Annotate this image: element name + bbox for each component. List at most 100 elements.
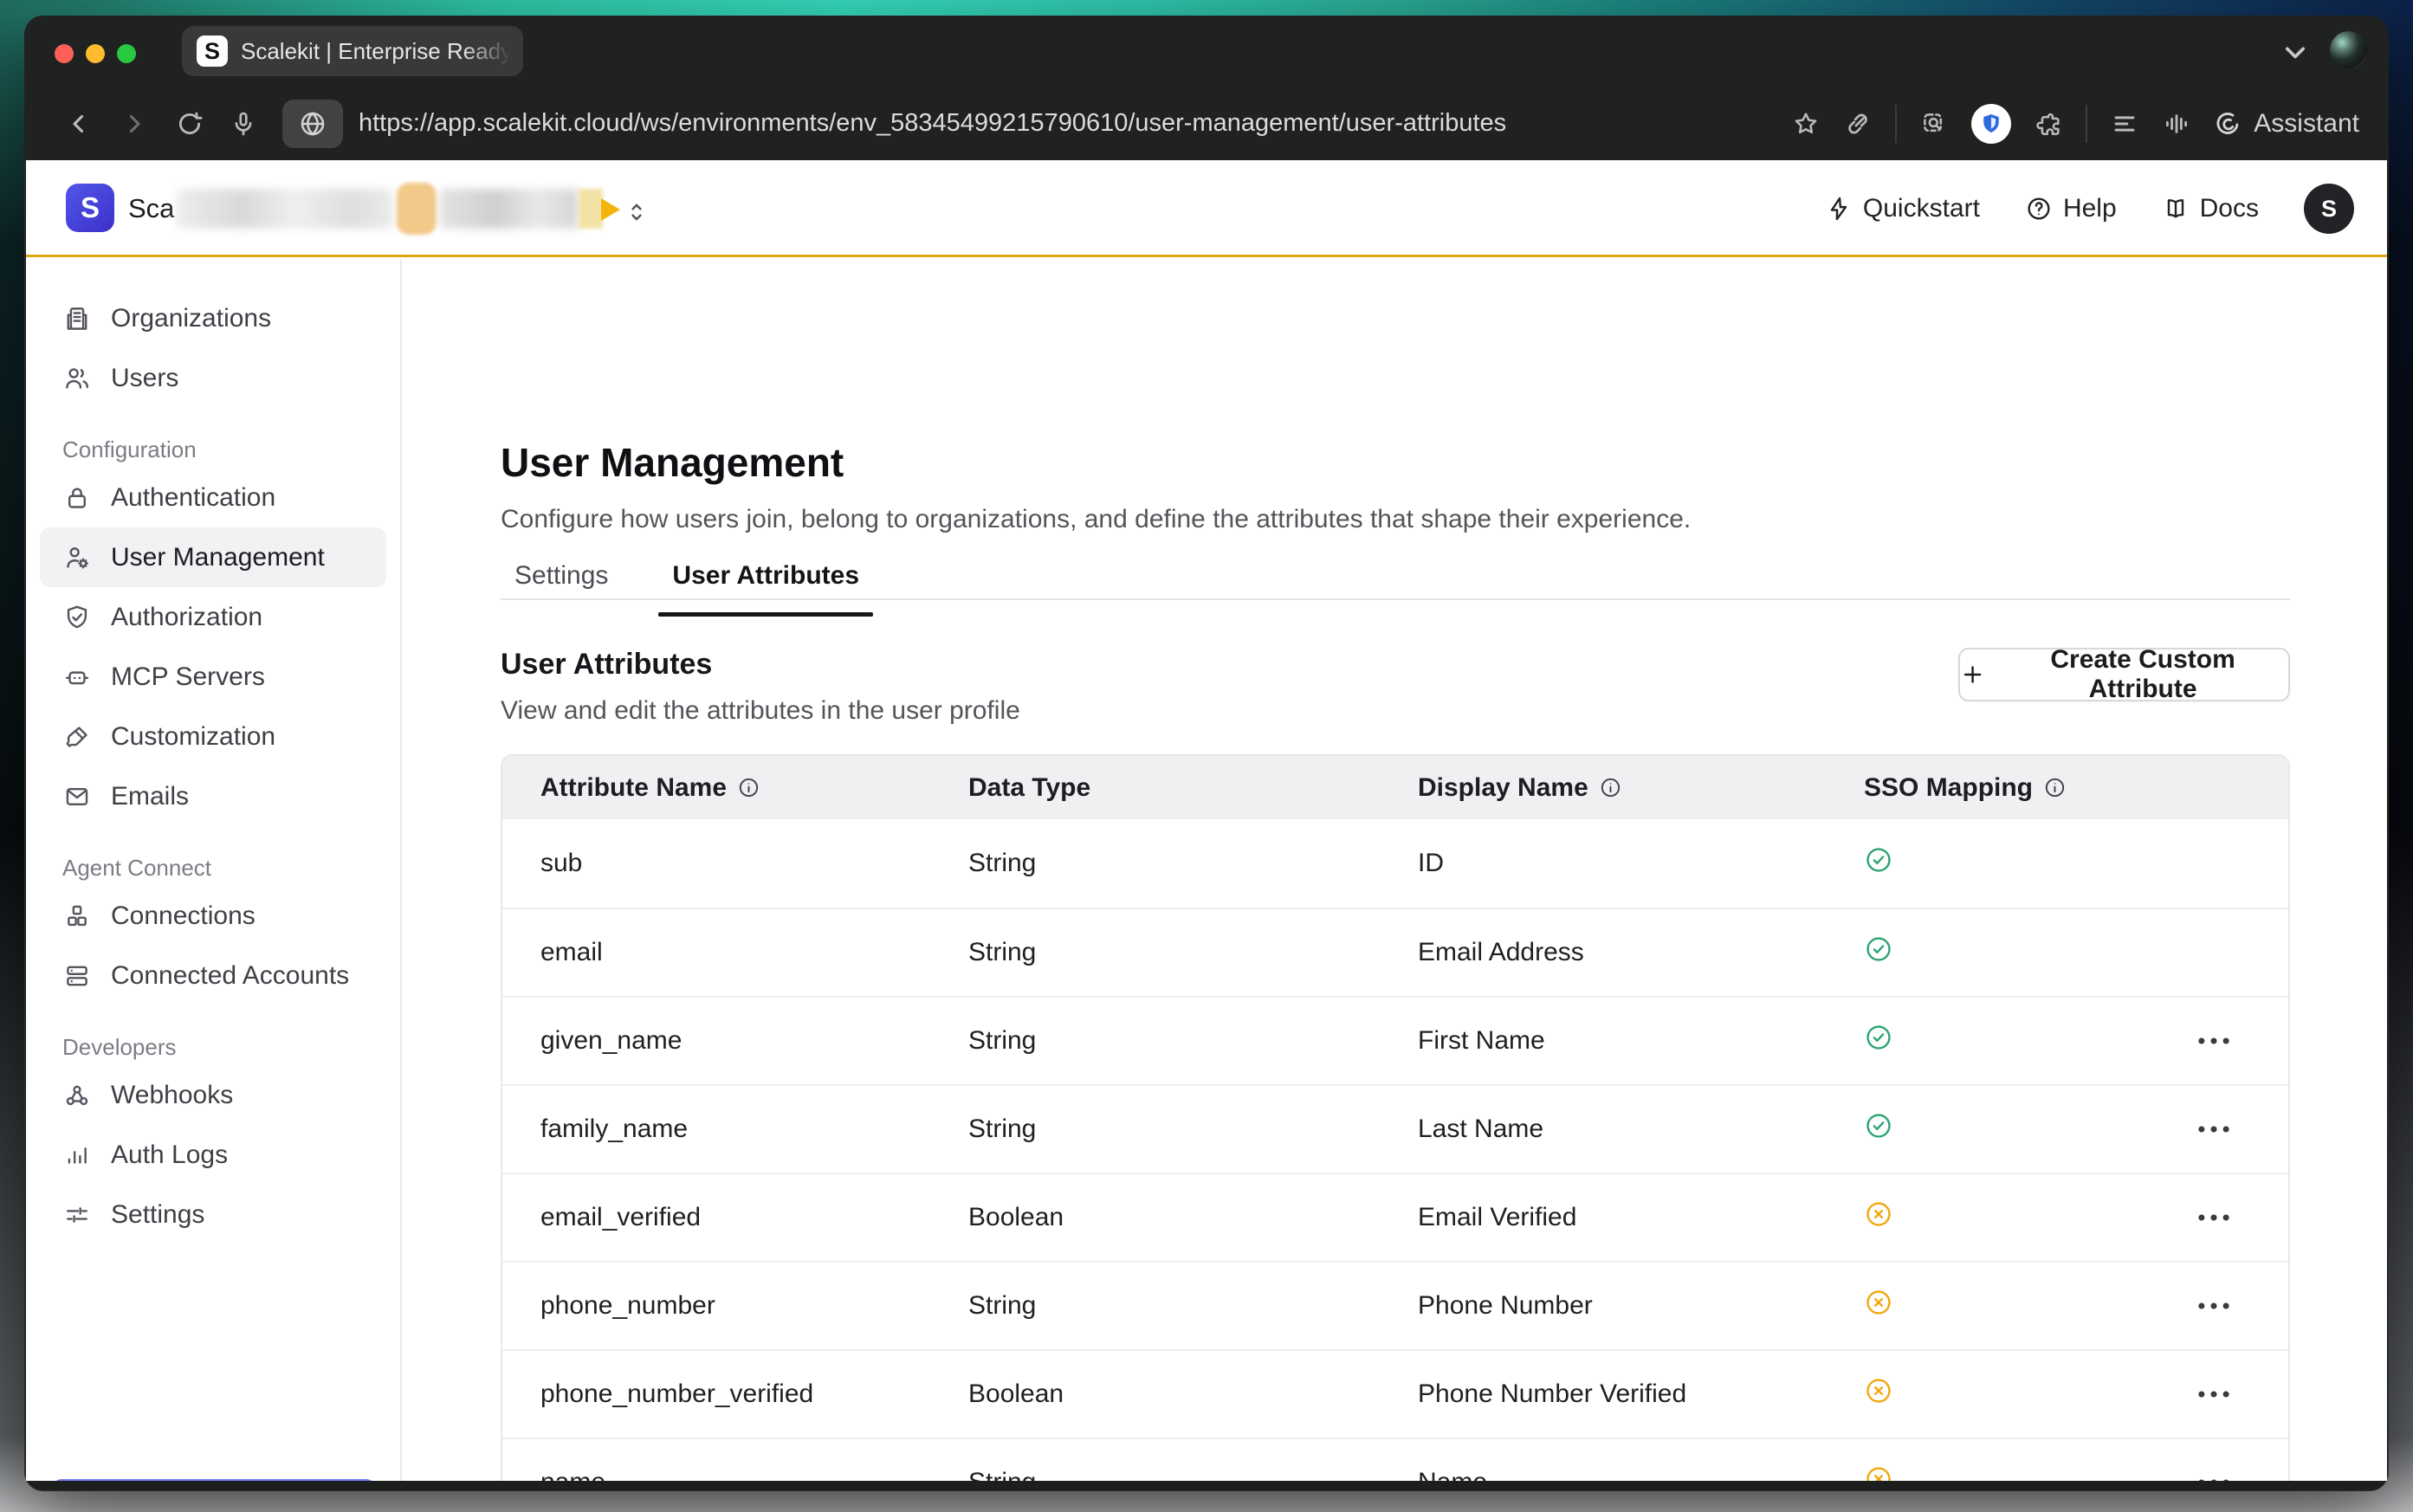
row-actions-cell xyxy=(2186,1194,2290,1241)
sidebar-item-label: Connections xyxy=(111,901,256,931)
info-icon[interactable] xyxy=(1599,776,1622,799)
sliders-icon xyxy=(62,1200,92,1230)
attribute-name-cell: phone_number xyxy=(540,1291,968,1321)
back-icon[interactable] xyxy=(64,109,94,139)
tabs: Settings User Attributes xyxy=(501,546,873,615)
sidebar-item-label: User Management xyxy=(111,543,325,572)
sso-mapping-cell xyxy=(1864,1464,2186,1481)
user-attributes-table: Attribute NameData TypeDisplay NameSSO M… xyxy=(501,754,2290,1481)
user-avatar[interactable]: S xyxy=(2304,184,2354,234)
assistant-button[interactable]: Assistant xyxy=(2214,109,2359,139)
row-menu-ellipsis-icon[interactable] xyxy=(2186,1283,2242,1329)
row-menu-ellipsis-icon[interactable] xyxy=(2186,1459,2242,1481)
sidebar-item-label: Settings xyxy=(111,1200,204,1230)
check-circle-icon xyxy=(1864,934,1893,964)
sidebar-item-settings[interactable]: Settings xyxy=(40,1185,386,1244)
tab-title: Scalekit | Enterprise Ready A xyxy=(241,38,523,65)
row-menu-ellipsis-icon[interactable] xyxy=(2186,1106,2242,1153)
sidebar-item-label: Connected Accounts xyxy=(111,961,349,991)
extensions-puzzle-icon[interactable] xyxy=(2034,109,2063,139)
sidebar-item-customization[interactable]: Customization xyxy=(40,707,386,766)
sidebar-item-auth-logs[interactable]: Auth Logs xyxy=(40,1125,386,1185)
toolbar-divider xyxy=(1895,105,1897,143)
row-menu-ellipsis-icon[interactable] xyxy=(2186,1018,2242,1064)
data-type-cell: String xyxy=(968,938,1418,967)
page-title: User Management xyxy=(501,439,844,486)
need-help-button[interactable]: Need help setting up? xyxy=(53,1479,375,1481)
sidebar-item-connections[interactable]: Connections xyxy=(40,886,386,946)
row-actions-cell xyxy=(2186,1018,2290,1064)
display-name-cell: Phone Number Verified xyxy=(1418,1380,1864,1409)
sso-mapping-cell xyxy=(1864,1023,2186,1059)
docs-button[interactable]: Docs xyxy=(2162,194,2259,223)
sidebar-item-connected-accounts[interactable]: Connected Accounts xyxy=(40,946,386,1005)
toolbar-divider xyxy=(2086,105,2087,143)
create-custom-attribute-button[interactable]: Create Custom Attribute xyxy=(1958,648,2290,701)
column-header-label: Attribute Name xyxy=(540,773,727,803)
bookmark-star-icon[interactable] xyxy=(1791,109,1821,139)
copy-link-icon[interactable] xyxy=(1843,109,1873,139)
sidebar-item-user-management[interactable]: User Management xyxy=(40,527,386,587)
display-name-cell: First Name xyxy=(1418,1026,1864,1056)
column-header-display-name: Display Name xyxy=(1418,773,1864,803)
info-icon[interactable] xyxy=(737,776,760,799)
sidebar-section-label: Agent Connect xyxy=(26,855,400,881)
sidebar-item-mcp-servers[interactable]: MCP Servers xyxy=(40,647,386,707)
sso-mapping-cell xyxy=(1864,845,2186,882)
sidebar-item-users[interactable]: Users xyxy=(40,348,386,408)
help-button[interactable]: Help xyxy=(2025,194,2117,223)
reload-icon[interactable] xyxy=(175,109,204,139)
row-menu-ellipsis-icon[interactable] xyxy=(2186,1371,2242,1418)
tab-list-chevron-down-icon[interactable] xyxy=(2276,38,2314,66)
voice-waveform-icon[interactable] xyxy=(2162,109,2191,139)
data-type-cell: String xyxy=(968,1026,1418,1056)
sso-mapping-cell xyxy=(1864,1288,2186,1324)
sidebar-item-authorization[interactable]: Authorization xyxy=(40,587,386,647)
password-manager-extension-button[interactable] xyxy=(1971,104,2011,144)
tab-settings[interactable]: Settings xyxy=(501,546,622,615)
cubes-icon xyxy=(62,901,92,931)
browser-tab[interactable]: S Scalekit | Enterprise Ready A xyxy=(182,26,523,76)
forward-icon[interactable] xyxy=(120,109,149,139)
row-actions-cell xyxy=(2186,1371,2290,1418)
sidebar-item-authentication[interactable]: Authentication xyxy=(40,468,386,527)
sidebar-item-label: Webhooks xyxy=(111,1081,233,1110)
close-window-button[interactable] xyxy=(55,44,74,63)
attribute-name-cell: email_verified xyxy=(540,1203,968,1232)
tab-favicon: S xyxy=(197,36,228,67)
sso-mapping-cell xyxy=(1864,1111,2186,1147)
sidebar-item-label: Organizations xyxy=(111,304,271,333)
browser-profile-avatar[interactable] xyxy=(2330,31,2368,69)
screenshot-search-icon[interactable] xyxy=(1919,109,1949,139)
site-info-button[interactable] xyxy=(282,100,343,148)
x-circle-icon xyxy=(1864,1288,1893,1317)
tab-user-attributes[interactable]: User Attributes xyxy=(658,546,873,615)
microphone-icon[interactable] xyxy=(229,109,258,139)
sidebar-item-emails[interactable]: Emails xyxy=(40,766,386,826)
sidebar-item-organizations[interactable]: Organizations xyxy=(40,288,386,348)
x-circle-icon xyxy=(1864,1376,1893,1405)
reading-list-icon[interactable] xyxy=(2110,109,2139,139)
row-menu-ellipsis-icon[interactable] xyxy=(2186,1194,2242,1241)
minimize-window-button[interactable] xyxy=(86,44,105,63)
zoom-window-button[interactable] xyxy=(117,44,136,63)
paintbrush-icon xyxy=(62,722,92,752)
quickstart-button[interactable]: Quickstart xyxy=(1825,194,1980,223)
sidebar-section-label: Developers xyxy=(26,1034,400,1060)
column-header-label: Data Type xyxy=(968,773,1090,803)
data-type-cell: String xyxy=(968,1115,1418,1144)
users-icon xyxy=(62,364,92,393)
info-icon[interactable] xyxy=(2043,776,2067,799)
attribute-name-cell: email xyxy=(540,938,968,967)
workspace-selector-chevrons-icon[interactable] xyxy=(624,193,650,231)
workspace-name-redacted xyxy=(177,189,393,229)
globe-icon xyxy=(297,108,328,139)
sidebar-item-webhooks[interactable]: Webhooks xyxy=(40,1065,386,1125)
bar-chart-icon xyxy=(62,1140,92,1170)
attribute-name-cell: sub xyxy=(540,849,968,878)
display-name-cell: ID xyxy=(1418,849,1864,878)
table-row-name: nameStringName xyxy=(502,1438,2288,1481)
url-field[interactable]: https://app.scalekit.cloud/ws/environmen… xyxy=(359,109,1791,138)
data-type-cell: Boolean xyxy=(968,1380,1418,1409)
sso-mapping-cell xyxy=(1864,1199,2186,1236)
